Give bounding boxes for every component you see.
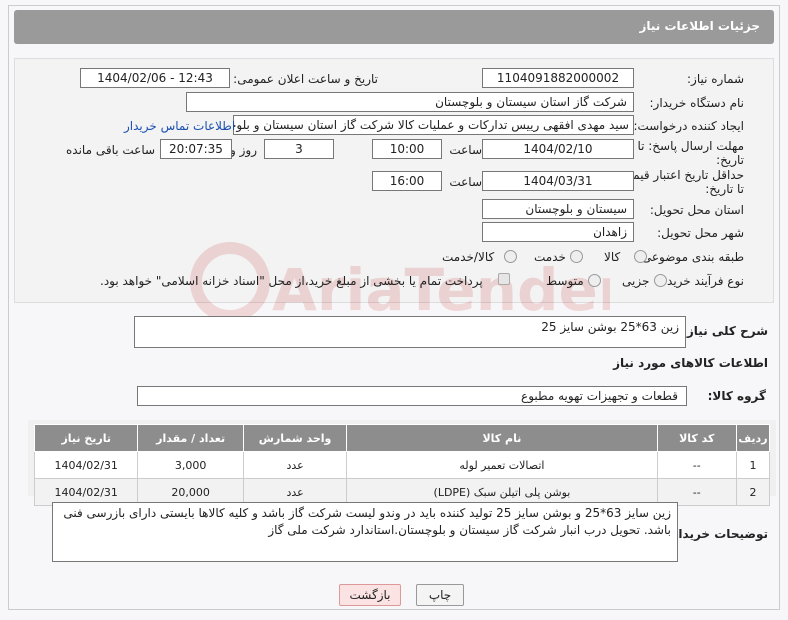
goods-section-title: اطلاعات کالاهای مورد نیاز — [613, 356, 768, 370]
category-both-label: کالا/خدمت — [442, 250, 495, 264]
back-button[interactable]: بازگشت — [339, 584, 401, 606]
watermark-text: AriaTender.net — [272, 256, 610, 324]
process-medium-label: متوسط — [546, 274, 584, 288]
days-label: روز و — [230, 143, 257, 157]
buyer-notes-label: توضیحات خریدار: — [666, 527, 768, 541]
category-label: طبقه بندی موضوعی: — [637, 250, 744, 264]
cell-code: -- — [656, 451, 737, 479]
cell-row: 2 — [735, 478, 771, 506]
process-medium-radio[interactable] — [588, 274, 601, 287]
category-both-radio[interactable] — [504, 250, 517, 263]
creator-label: ایجاد کننده درخواست: — [633, 119, 744, 133]
col-date: تاریخ نیاز — [33, 424, 139, 452]
days-field: 3 — [264, 139, 334, 159]
province-field: سیستان و بلوچستان — [482, 199, 634, 219]
contact-link[interactable]: اطلاعات تماس خریدار — [124, 119, 235, 133]
reply-date-field: 1404/02/10 — [482, 139, 634, 159]
announce-field: 1404/02/06 - 12:43 — [80, 68, 230, 88]
cell-row: 1 — [735, 451, 771, 479]
reply-deadline-label: مهلت ارسال پاسخ: تا تاریخ: — [624, 139, 744, 167]
col-unit: واحد شمارش — [242, 424, 348, 452]
buyer-org-field: شرکت گاز استان سیستان و بلوچستان — [186, 92, 634, 112]
need-number-field: 1104091882000002 — [482, 68, 634, 88]
description-field: زین 63*25 بوشن سایز 25 — [134, 316, 686, 348]
col-code: کد کالا — [656, 424, 737, 452]
category-service-label: خدمت — [534, 250, 566, 264]
city-label: شهر محل تحویل: — [657, 226, 744, 240]
category-service-radio[interactable] — [570, 250, 583, 263]
cell-qty: 3,000 — [137, 451, 244, 479]
table-row: 1 -- اتصالات تعمیر لوله عدد 3,000 1404/0… — [33, 451, 771, 479]
goods-group-label: گروه کالا: — [707, 389, 766, 403]
buyer-org-label: نام دستگاه خریدار: — [649, 96, 745, 110]
price-time-field: 16:00 — [372, 171, 442, 191]
buyer-notes-field: زین سایز 63*25 و بوشن سایز 25 تولید کنند… — [52, 502, 678, 562]
remaining-time-field: 20:07:35 — [160, 139, 232, 159]
process-minor-radio[interactable] — [654, 274, 667, 287]
treasury-payment-checkbox[interactable] — [498, 273, 510, 285]
reply-deadline-text: مهلت ارسال پاسخ: تا تاریخ: — [637, 139, 744, 167]
col-name: نام کالا — [346, 424, 658, 452]
process-label: نوع فرآیند خرید : — [659, 274, 744, 288]
category-goods-label: کالا — [604, 250, 621, 264]
page-title: جزئیات اطلاعات نیاز — [639, 19, 760, 33]
remaining-label: ساعت باقی مانده — [66, 143, 156, 157]
cell-unit: عدد — [242, 451, 348, 479]
process-minor-label: جزیی — [622, 274, 650, 288]
goods-table: ردیف کد کالا نام کالا واحد شمارش تعداد /… — [33, 424, 771, 506]
cell-date: 1404/02/31 — [33, 451, 139, 479]
category-goods-radio[interactable] — [634, 250, 647, 263]
description-label: شرح کلی نیاز: — [682, 324, 768, 338]
table-header-row: ردیف کد کالا نام کالا واحد شمارش تعداد /… — [33, 424, 771, 452]
province-label: استان محل تحویل: — [649, 203, 744, 217]
payment-note: پرداخت تمام یا بخشی از مبلغ خرید،از محل … — [100, 274, 483, 288]
col-qty: تعداد / مقدار — [137, 424, 244, 452]
need-number-label: شماره نیاز: — [687, 72, 744, 86]
col-row: ردیف — [735, 424, 771, 452]
reply-time-label: ساعت — [449, 143, 482, 157]
price-date-field: 1404/03/31 — [482, 171, 634, 191]
cell-name: اتصالات تعمیر لوله — [346, 451, 658, 479]
city-field: زاهدان — [482, 222, 634, 242]
announce-label: تاریخ و ساعت اعلان عمومی: — [233, 72, 378, 86]
price-time-label: ساعت — [449, 175, 482, 189]
goods-group-field: قطعات و تجهیزات تهویه مطبوع — [137, 386, 687, 406]
price-deadline-text: حداقل تاریخ اعتبار قیمت: تا تاریخ: — [617, 168, 744, 196]
reply-time-field: 10:00 — [372, 139, 442, 159]
creator-field: سید مهدی افقهی رییس تدارکات و عملیات کال… — [233, 115, 634, 135]
page-header: جزئیات اطلاعات نیاز — [14, 10, 774, 44]
print-button[interactable]: چاپ — [416, 584, 464, 606]
